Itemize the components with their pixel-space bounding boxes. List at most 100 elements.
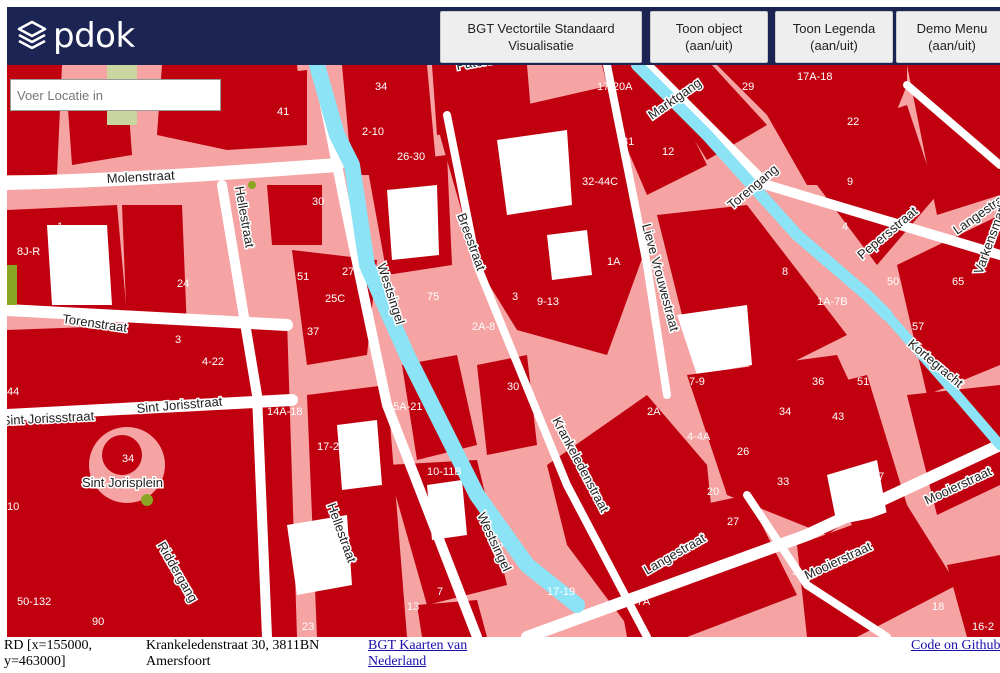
house-number-label: 75 bbox=[427, 291, 439, 303]
house-number-label: 44 bbox=[7, 386, 19, 398]
building bbox=[657, 205, 847, 375]
house-number-label: 5 bbox=[792, 566, 798, 578]
house-number-label: 57 bbox=[912, 321, 924, 333]
button-label: Toon Legenda bbox=[792, 21, 876, 36]
house-number-label: 8 bbox=[782, 266, 788, 278]
location-search-input[interactable] bbox=[10, 79, 221, 111]
house-number-label: 1 bbox=[57, 221, 63, 233]
house-number-label: 20 bbox=[707, 486, 719, 498]
header-bar: pdok BGT Vectortile Standaard Visualisat… bbox=[7, 7, 1000, 65]
button-label: (aan/uit) bbox=[928, 38, 976, 53]
house-number-label: 51 bbox=[297, 271, 309, 283]
house-number-label: 17A-18 bbox=[797, 71, 832, 83]
house-number-label: 24 bbox=[177, 278, 189, 290]
toon-object-button[interactable]: Toon object (aan/uit) bbox=[650, 11, 768, 63]
house-number-label: 4 bbox=[842, 221, 848, 233]
house-number-label: 43 bbox=[832, 411, 844, 423]
house-number-label: 10 bbox=[7, 501, 19, 513]
pdok-logo[interactable]: pdok bbox=[15, 15, 135, 57]
house-number-label: 18 bbox=[932, 601, 944, 613]
house-number-label: 15A-21 bbox=[387, 401, 422, 413]
house-number-label: 26-30 bbox=[397, 151, 425, 163]
house-number-label: 13 bbox=[407, 601, 419, 613]
house-number-label: 1A-7B bbox=[817, 296, 848, 308]
button-label: BGT Vectortile Standaard bbox=[467, 21, 615, 36]
house-number-label: 34 bbox=[375, 81, 387, 93]
bgt-kaarten-link[interactable]: BGT Kaarten van Nederland bbox=[368, 638, 467, 669]
demo-menu-button[interactable]: Demo Menu (aan/uit) bbox=[896, 11, 1000, 63]
button-label: Visualisatie bbox=[508, 38, 574, 53]
house-number-label: 17-19 bbox=[547, 586, 575, 598]
toon-legenda-button[interactable]: Toon Legenda (aan/uit) bbox=[775, 11, 893, 63]
house-number-label: 50 bbox=[887, 276, 899, 288]
house-number-label: 17 bbox=[872, 471, 884, 483]
house-number-label: 8J-R bbox=[17, 246, 40, 258]
house-number-label: 4-22 bbox=[202, 356, 224, 368]
house-number-label: 33 bbox=[777, 476, 789, 488]
building bbox=[267, 185, 322, 245]
map-canvas[interactable]: Molenstraat Hellestraat Torenstraat Sint Jo… bbox=[7, 65, 1000, 637]
house-number-label: 50-132 bbox=[17, 596, 51, 608]
button-label: Toon object bbox=[675, 21, 743, 36]
house-number-label: 2A-8 bbox=[472, 321, 495, 333]
street-label: Sint Jorisplein bbox=[82, 475, 163, 490]
house-number-label: 7-9 bbox=[689, 376, 705, 388]
house-number-label: 1A bbox=[607, 256, 621, 268]
courtyard bbox=[677, 305, 752, 375]
house-number-label: 3 bbox=[512, 291, 518, 303]
button-label: (aan/uit) bbox=[810, 38, 858, 53]
house-number-label: 2-10 bbox=[362, 126, 384, 138]
house-number-label: 27 bbox=[342, 266, 354, 278]
current-address: Krankeledenstraat 30, 3811BN Amersfoort bbox=[146, 638, 320, 669]
house-number-label: 25C bbox=[325, 293, 345, 305]
button-label: Demo Menu bbox=[916, 21, 988, 36]
logo-text: pdok bbox=[53, 16, 135, 56]
courtyard bbox=[387, 185, 439, 260]
house-number-label: 30 bbox=[312, 196, 324, 208]
house-number-label: 30 bbox=[507, 381, 519, 393]
house-number-label: 27 bbox=[727, 516, 739, 528]
house-number-label: 9-13 bbox=[537, 296, 559, 308]
house-number-label: 2A bbox=[647, 406, 661, 418]
courtyard bbox=[47, 225, 112, 305]
house-number-label: 14A-18 bbox=[267, 406, 302, 418]
house-number-label: 34 bbox=[779, 406, 791, 418]
house-number-label: 29 bbox=[742, 81, 754, 93]
house-number-label: 17-23 bbox=[317, 441, 345, 453]
rd-coordinates: RD [x=155000, y=463000] bbox=[4, 638, 93, 669]
house-number-label: 7 bbox=[437, 586, 443, 598]
building bbox=[477, 355, 537, 455]
footer: RD [x=155000, y=463000] Krankeledenstraa… bbox=[0, 637, 1000, 673]
house-number-label: 34 bbox=[122, 453, 134, 465]
courtyard bbox=[337, 420, 382, 490]
github-link[interactable]: Code on Github bbox=[911, 638, 1000, 653]
tree bbox=[248, 181, 256, 189]
grass bbox=[7, 265, 17, 305]
house-number-label: 36 bbox=[812, 376, 824, 388]
house-number-label: 65 bbox=[952, 276, 964, 288]
courtyard bbox=[497, 130, 572, 215]
map-svg[interactable]: MolenstraatHellestraatTorenstraatSint Jo… bbox=[7, 65, 1000, 637]
courtyard bbox=[547, 230, 592, 280]
house-number-label: 12 bbox=[662, 146, 674, 158]
house-number-label: 90 bbox=[92, 616, 104, 628]
house-number-label: 4-4A bbox=[687, 431, 711, 443]
tree bbox=[141, 494, 153, 506]
house-number-label: 10-11B bbox=[427, 466, 462, 478]
house-number-label: 32-44C bbox=[582, 176, 618, 188]
page-margin bbox=[0, 7, 7, 637]
house-number-label: 37 bbox=[307, 326, 319, 338]
house-number-label: 26 bbox=[737, 446, 749, 458]
house-number-label: 9 bbox=[847, 176, 853, 188]
house-number-label: 22 bbox=[847, 116, 859, 128]
bgt-visualisatie-button[interactable]: BGT Vectortile Standaard Visualisatie bbox=[440, 11, 642, 63]
house-number-label: 31 bbox=[622, 136, 634, 148]
house-number-label: 41 bbox=[277, 106, 289, 118]
house-number-label: 3 bbox=[175, 334, 181, 346]
house-number-label: 51 bbox=[857, 376, 869, 388]
house-number-label: 17-20A bbox=[597, 81, 633, 93]
house-number-label: 23 bbox=[302, 621, 314, 633]
house-number-label: 16-2 bbox=[972, 621, 994, 633]
house-number-label: 7-7A bbox=[627, 596, 651, 608]
pdok-logo-icon bbox=[17, 20, 47, 50]
